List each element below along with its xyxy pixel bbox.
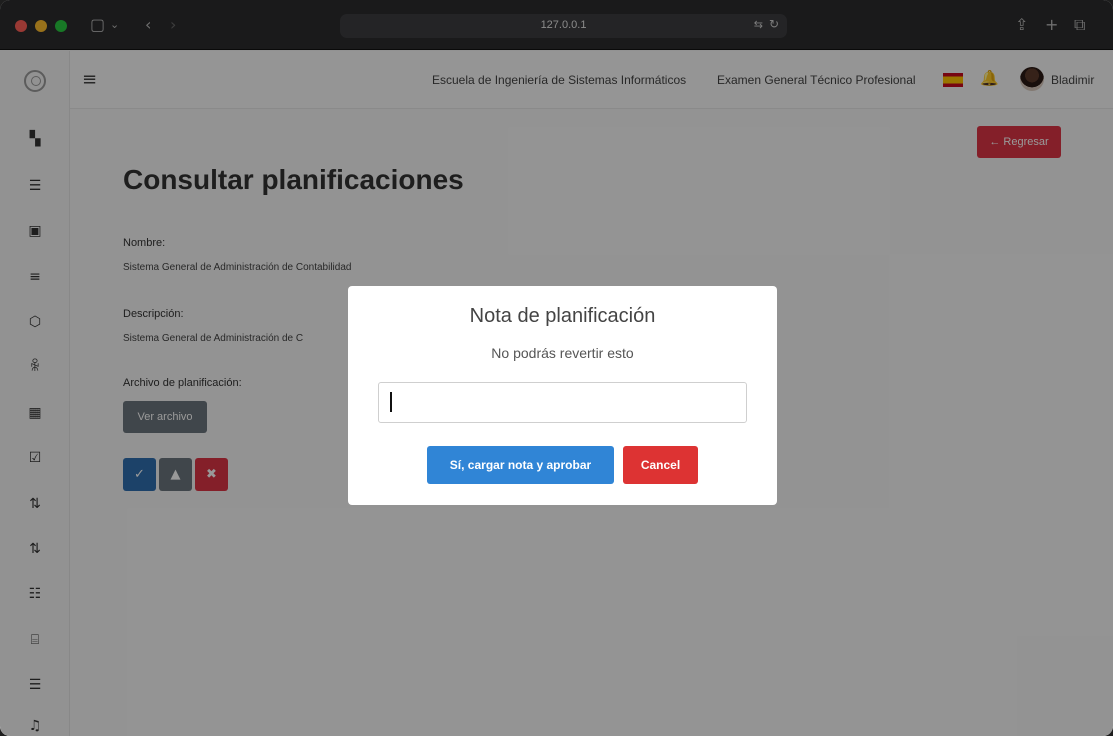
browser-window: ▢ ⌄ ‹ › 127.0.0.1 ⇆ ↻ ⇪ + ⧉ ▚ ☰ ▣ ≡ ⬡ ꆜ … [0, 0, 1113, 736]
planning-note-dialog: Nota de planificación No podrás revertir… [348, 286, 777, 505]
modal-title: Nota de planificación [469, 305, 656, 327]
note-input[interactable] [378, 382, 747, 423]
text-caret [390, 392, 392, 412]
cancel-button[interactable]: Cancel [623, 446, 698, 484]
modal-text: No podrás revertir esto [491, 345, 634, 361]
confirm-button[interactable]: Sí, cargar nota y aprobar [427, 446, 614, 484]
